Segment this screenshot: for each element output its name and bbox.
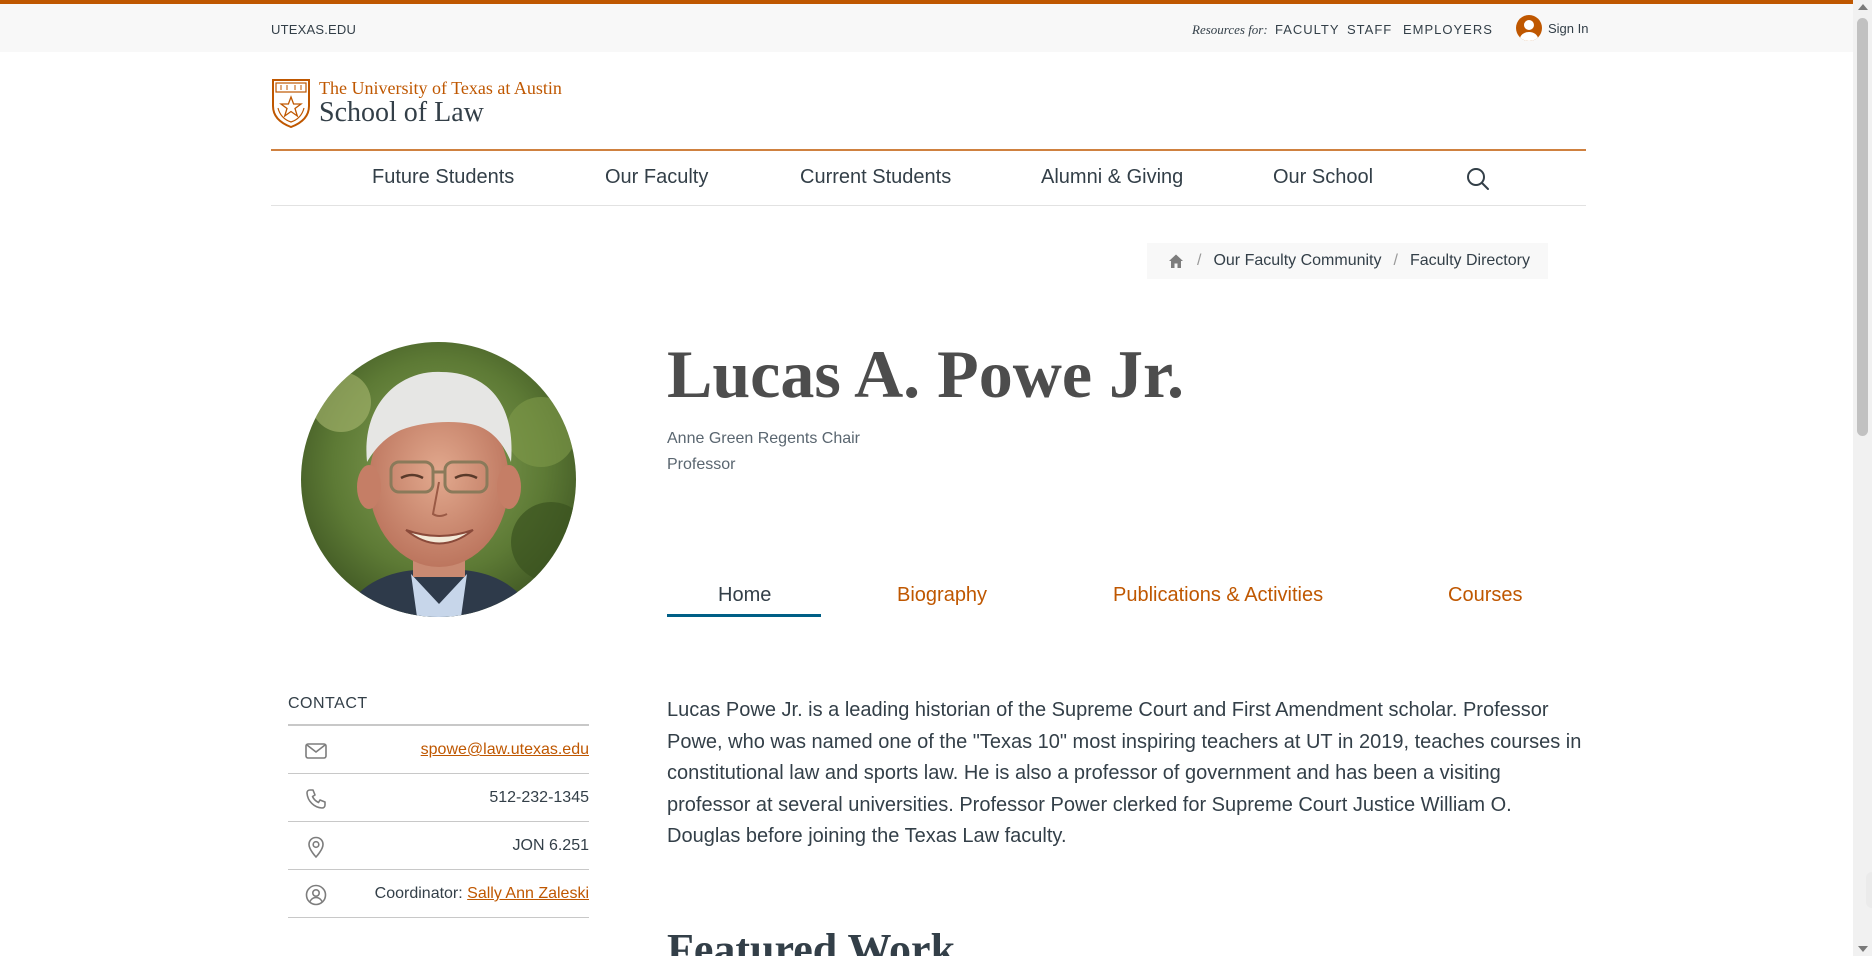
profile-photo (301, 342, 576, 617)
nav-alumni-giving[interactable]: Alumni & Giving (1041, 166, 1183, 189)
contact-row-office: JON 6.251 (288, 822, 589, 870)
coordinator-value: Coordinator: Sally Ann Zaleski (375, 885, 589, 903)
tab-home[interactable]: Home (718, 584, 771, 607)
user-circle-icon (1516, 15, 1542, 41)
sign-in-label: Sign In (1548, 20, 1589, 36)
coordinator-link[interactable]: Sally Ann Zaleski (467, 885, 589, 902)
search-icon[interactable] (1464, 165, 1492, 193)
scroll-up-arrow-icon[interactable] (1858, 4, 1868, 10)
page-scrollbar[interactable] (1853, 0, 1872, 956)
faculty-title-chair: Anne Green Regents Chair (667, 430, 860, 447)
contact-row-email: spowe@law.utexas.edu (288, 726, 589, 774)
utexas-link[interactable]: UTEXAS.EDU (271, 22, 356, 37)
email-link[interactable]: spowe@law.utexas.edu (421, 741, 589, 758)
tab-courses[interactable]: Courses (1448, 584, 1522, 607)
main-nav: Future Students Our Faculty Current Stud… (271, 151, 1586, 206)
office-value: JON 6.251 (512, 837, 589, 854)
school-logo-link[interactable]: The University of Texas at Austin School… (271, 78, 562, 128)
nav-future-students[interactable]: Future Students (372, 166, 514, 189)
phone-value: 512-232-1345 (489, 789, 589, 806)
envelope-icon (305, 743, 327, 759)
ut-shield-icon (272, 79, 310, 128)
resources-employers-link[interactable]: EMPLOYERS (1403, 22, 1493, 37)
breadcrumb-separator: / (1197, 252, 1202, 269)
home-icon[interactable] (1167, 252, 1185, 270)
tab-biography[interactable]: Biography (897, 584, 987, 607)
coordinator-label: Coordinator: (374, 885, 463, 902)
featured-work-heading: Featured Work (667, 925, 956, 956)
faculty-name: Lucas A. Powe Jr. (667, 336, 1184, 412)
person-circle-icon (305, 884, 327, 906)
university-name: The University of Texas at Austin (319, 78, 562, 98)
breadcrumb-our-faculty-community[interactable]: Our Faculty Community (1213, 252, 1381, 270)
contact-list: spowe@law.utexas.edu 512-232-1345 JON 6.… (288, 724, 589, 918)
utility-bar: UTEXAS.EDU Resources for: FACULTY STAFF … (0, 4, 1853, 52)
scrollbar-thumb[interactable] (1857, 18, 1868, 436)
school-name: School of Law (319, 97, 484, 128)
side-feedback-tab[interactable] (1866, 872, 1872, 908)
nav-our-faculty[interactable]: Our Faculty (605, 166, 708, 189)
sign-in-button[interactable]: Sign In (1516, 15, 1588, 41)
map-pin-icon (308, 836, 324, 859)
faculty-title-rank: Professor (667, 456, 736, 473)
email-value: spowe@law.utexas.edu (421, 741, 589, 759)
brand-text: The University of Texas at Austin School… (319, 78, 562, 128)
active-tab-indicator (667, 614, 821, 617)
resources-staff-link[interactable]: STAFF (1347, 22, 1392, 37)
contact-heading: CONTACT (288, 695, 368, 712)
breadcrumb: / Our Faculty Community / Faculty Direct… (1147, 243, 1548, 279)
nav-current-students[interactable]: Current Students (800, 166, 951, 189)
tab-publications-activities[interactable]: Publications & Activities (1113, 584, 1323, 607)
breadcrumb-faculty-directory[interactable]: Faculty Directory (1410, 252, 1530, 270)
contact-row-phone: 512-232-1345 (288, 774, 589, 822)
contact-row-coordinator: Coordinator: Sally Ann Zaleski (288, 870, 589, 918)
breadcrumb-separator: / (1393, 252, 1398, 269)
faculty-bio: Lucas Powe Jr. is a leading historian of… (667, 699, 1582, 847)
phone-icon (306, 789, 326, 809)
resources-faculty-link[interactable]: FACULTY (1275, 22, 1340, 37)
nav-our-school[interactable]: Our School (1273, 166, 1373, 189)
scroll-down-arrow-icon[interactable] (1858, 946, 1868, 952)
resources-label: Resources for: (1192, 22, 1268, 37)
